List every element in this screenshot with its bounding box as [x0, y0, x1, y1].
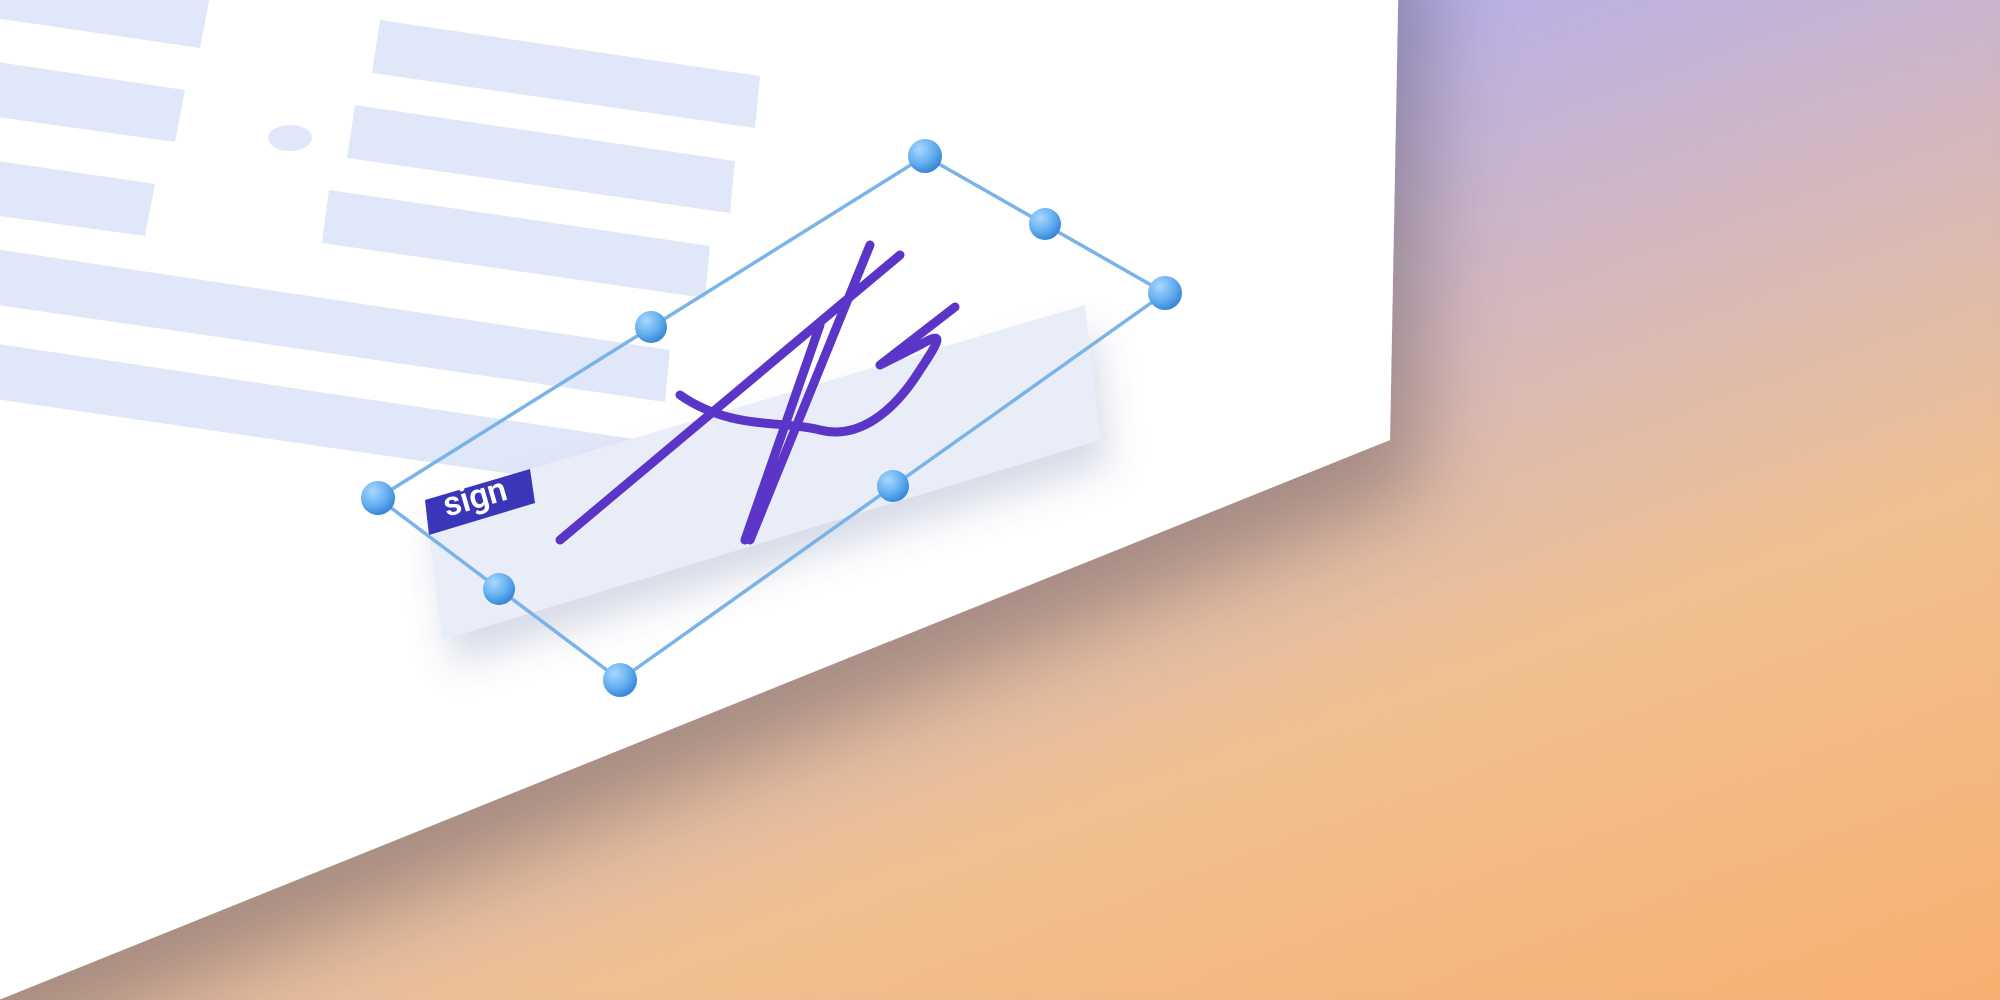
handle-bottom-left[interactable] [361, 481, 395, 515]
handle-left-mid[interactable] [635, 311, 667, 343]
handle-right-mid[interactable] [877, 470, 909, 502]
handle-top-mid[interactable] [1029, 208, 1061, 240]
handle-top-left[interactable] [908, 139, 942, 173]
isometric-scene: sign [0, 0, 2000, 1000]
handle-bottom-right[interactable] [603, 663, 637, 697]
handle-top-right[interactable] [1148, 276, 1182, 310]
scene-svg: sign [0, 0, 2000, 1000]
handle-bottom-mid[interactable] [483, 573, 515, 605]
